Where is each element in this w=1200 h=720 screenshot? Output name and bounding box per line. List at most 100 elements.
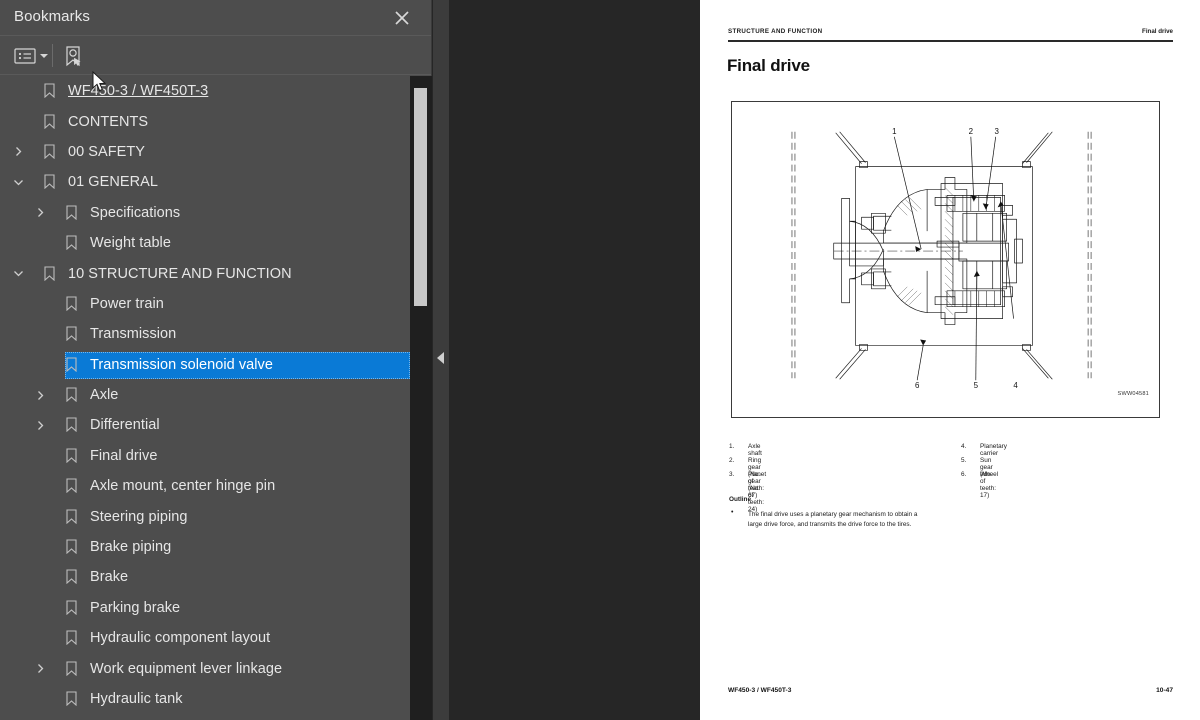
list-options-icon[interactable] — [14, 42, 48, 69]
bookmark-item[interactable]: Axle — [0, 380, 410, 410]
bookmark-item[interactable]: 10 STRUCTURE AND FUNCTION — [0, 258, 410, 288]
bookmark-icon — [44, 174, 58, 190]
bookmark-icon — [44, 83, 58, 99]
bookmarks-toolbar — [0, 36, 431, 75]
page-header-left: STRUCTURE AND FUNCTION — [728, 28, 823, 35]
page-footer-left: WF450-3 / WF450T-3 — [728, 687, 792, 694]
bookmark-label: Specifications — [90, 204, 181, 221]
outline-text-line-2: large drive force, and transmits the dri… — [748, 520, 912, 528]
bookmark-icon — [66, 296, 80, 312]
bookmark-icon — [44, 265, 58, 282]
bookmark-label: Parking brake — [90, 599, 181, 616]
bookmarks-scrollbar-thumb[interactable] — [414, 88, 427, 306]
bookmark-item[interactable]: Brake piping — [0, 532, 410, 562]
page-header-right: Final drive — [1142, 28, 1173, 35]
bookmark-item[interactable]: Differential — [0, 410, 410, 440]
final-drive-cutaway-figure: 1 2 3 4 5 6 SWW04581 — [731, 101, 1160, 418]
bookmark-item[interactable]: Power train — [0, 289, 410, 319]
bookmark-item[interactable]: Brake — [0, 562, 410, 592]
svg-text:5: 5 — [974, 381, 979, 390]
bookmark-item[interactable]: Work equipment lever linkage — [0, 653, 410, 683]
svg-text:2: 2 — [969, 127, 974, 136]
document-page: STRUCTURE AND FUNCTION Final drive Final… — [700, 0, 1200, 720]
bookmarks-tree[interactable]: WF450-3 / WF450T-3 CONTENTS 00 SAFETY 01 GE… — [0, 76, 410, 720]
bookmark-label: CONTENTS — [68, 113, 149, 130]
svg-text:3: 3 — [994, 127, 999, 136]
bookmark-icon — [66, 539, 80, 555]
bookmark-item[interactable]: Weight table — [0, 228, 410, 258]
bookmark-icon — [66, 387, 80, 403]
bookmark-icon — [66, 235, 80, 251]
bookmark-label: Work equipment lever linkage — [90, 660, 283, 677]
pdf-viewer-window: Bookmarks WF450-3 / WF450T-3 CONTENTS 00… — [0, 0, 1200, 720]
bookmark-label: Final drive — [90, 447, 158, 464]
find-bookmark-icon[interactable] — [62, 42, 84, 69]
chevron-right-icon[interactable] — [10, 144, 26, 160]
bookmarks-panel-header: Bookmarks — [0, 0, 431, 36]
bookmark-icon — [66, 326, 80, 342]
chevron-right-icon[interactable] — [32, 417, 48, 433]
outline-text-line-1: The final drive uses a planetary gear me… — [748, 511, 918, 518]
page-header-rule — [728, 40, 1173, 42]
bookmark-icon — [66, 478, 80, 494]
bookmark-item[interactable]: Transmission solenoid valve — [0, 350, 410, 380]
bookmark-item[interactable]: Axle mount, center hinge pin — [0, 471, 410, 501]
chevron-down-icon[interactable] — [10, 174, 26, 190]
svg-text:1: 1 — [892, 127, 897, 136]
bookmark-item[interactable]: Hydraulic component layout — [0, 623, 410, 653]
page-title: Final drive — [727, 56, 810, 75]
bookmark-label: Axle — [90, 387, 119, 404]
legend-number: 1. — [729, 443, 735, 450]
chevron-right-icon[interactable] — [32, 661, 48, 677]
bookmark-icon — [66, 600, 80, 616]
bookmark-item[interactable]: Steering piping — [0, 501, 410, 531]
chevron-down-icon[interactable] — [10, 266, 26, 282]
bookmark-label: Differential — [90, 417, 160, 434]
bookmark-label: WF450-3 / WF450T-3 — [68, 83, 209, 100]
bookmark-item[interactable]: 00 SAFETY — [0, 137, 410, 167]
outline-bullet-item: The final drive uses a planetary gear me… — [729, 509, 1159, 530]
page-footer-right: 10-47 — [1156, 687, 1173, 694]
close-icon[interactable] — [390, 6, 414, 30]
bookmarks-panel-title: Bookmarks — [14, 8, 90, 25]
bookmark-icon — [44, 144, 58, 160]
legend-text: Wheel — [980, 471, 999, 478]
collapse-panel-arrow-icon — [437, 352, 444, 364]
chevron-down-icon — [40, 53, 48, 58]
bookmark-item[interactable]: WF450-3 / WF450T-3 — [0, 76, 410, 106]
bookmark-item[interactable]: Transmission — [0, 319, 410, 349]
bookmark-item[interactable]: 01 GENERAL — [0, 167, 410, 197]
outline-heading: Outline — [729, 496, 752, 503]
bookmark-item[interactable]: Final drive — [0, 441, 410, 471]
bookmark-icon — [66, 357, 80, 373]
legend-text: Axle shaft — [748, 443, 762, 457]
bookmark-label: Brake — [90, 569, 129, 586]
bookmark-label: Steering piping — [90, 508, 188, 525]
bookmark-item[interactable]: Hydraulic tank — [0, 684, 410, 714]
chevron-right-icon[interactable] — [32, 387, 48, 403]
legend-number: 5. — [961, 457, 967, 464]
bookmark-label: Transmission solenoid valve — [90, 356, 273, 373]
bookmark-label: Axle mount, center hinge pin — [90, 478, 276, 495]
legend-text: Sun gear (No. of teeth: 17) — [980, 457, 996, 499]
bookmark-icon — [66, 691, 80, 707]
bookmark-icon — [44, 114, 58, 130]
bookmarks-scrollbar-track[interactable] — [410, 76, 432, 720]
figure-code: SWW04581 — [1117, 391, 1149, 397]
bookmark-icon — [66, 661, 80, 677]
bookmark-item[interactable]: Parking brake — [0, 593, 410, 623]
bookmark-label: 00 SAFETY — [68, 143, 146, 160]
document-viewer: STRUCTURE AND FUNCTION Final drive Final… — [449, 0, 1200, 720]
chevron-right-icon[interactable] — [32, 205, 48, 221]
outline-section: Outline The final drive uses a planetary… — [729, 496, 1159, 530]
bookmark-icon — [66, 569, 80, 585]
bookmark-item[interactable]: Specifications — [0, 198, 410, 228]
bookmark-label: Power train — [90, 295, 164, 312]
svg-text:4: 4 — [1013, 381, 1018, 390]
bookmark-label: 01 GENERAL — [68, 174, 158, 191]
bookmarks-panel: Bookmarks WF450-3 / WF450T-3 CONTENTS 00… — [0, 0, 432, 720]
bookmark-item[interactable]: CONTENTS — [0, 106, 410, 136]
legend-number: 4. — [961, 443, 967, 450]
bookmark-label: Hydraulic component layout — [90, 630, 271, 647]
bookmark-icon — [66, 205, 80, 221]
